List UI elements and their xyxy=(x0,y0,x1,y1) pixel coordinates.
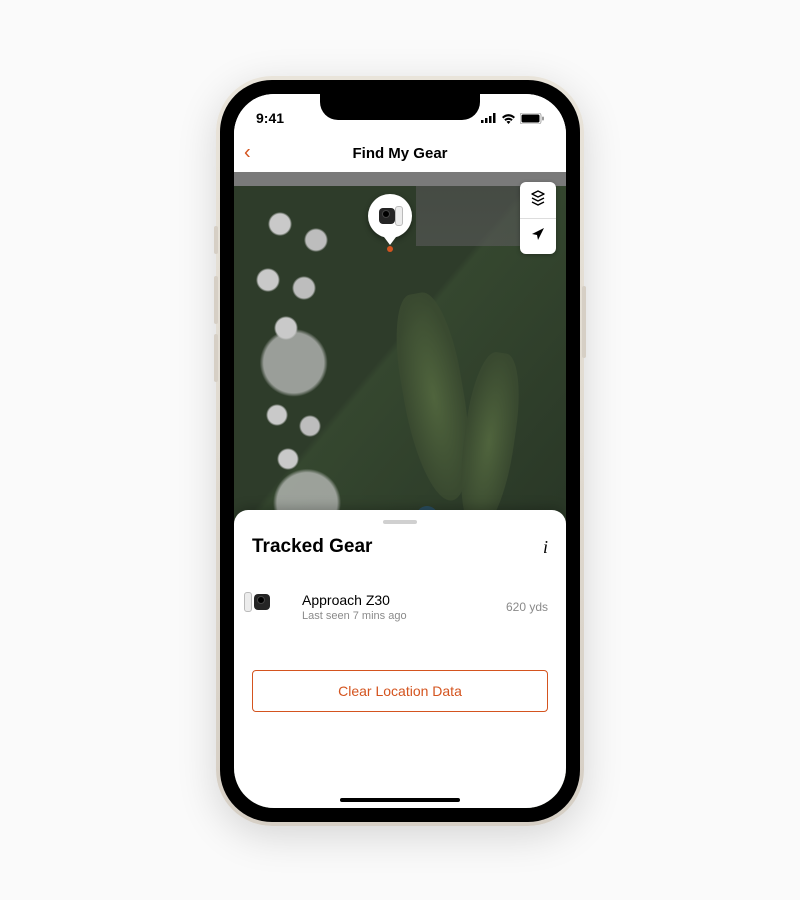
nav-bar: ‹ Find My Gear xyxy=(234,134,566,172)
wifi-icon xyxy=(501,113,516,124)
side-button xyxy=(582,286,586,358)
status-indicators xyxy=(481,113,544,124)
layers-icon xyxy=(530,190,546,211)
device-pin[interactable] xyxy=(368,194,412,252)
notch xyxy=(320,94,480,120)
map-recenter-button[interactable] xyxy=(520,218,556,254)
side-button xyxy=(214,226,218,254)
gear-thumbnail xyxy=(252,592,290,622)
map-view[interactable]: Tracked Gear i Approach Z30 xyxy=(234,172,566,808)
gear-name: Approach Z30 xyxy=(302,592,494,608)
clear-location-button[interactable]: Clear Location Data xyxy=(252,670,548,712)
phone-frame: 9:41 ‹ Find My Gear xyxy=(216,76,584,826)
map-decoration xyxy=(244,382,354,492)
phone-bezel: 9:41 ‹ Find My Gear xyxy=(220,80,580,822)
pin-circle xyxy=(368,194,412,238)
map-controls xyxy=(520,182,556,254)
location-arrow-icon xyxy=(531,227,545,246)
pin-dot xyxy=(387,246,393,252)
sheet-header: Tracked Gear i xyxy=(252,536,548,558)
sheet-title: Tracked Gear xyxy=(252,536,372,558)
side-button xyxy=(214,276,218,324)
cellular-icon xyxy=(481,113,497,123)
gear-last-seen: Last seen 7 mins ago xyxy=(302,610,494,622)
page-title: Find My Gear xyxy=(352,145,447,162)
map-decoration xyxy=(452,349,527,534)
home-indicator[interactable] xyxy=(340,798,460,802)
device-icon xyxy=(377,206,403,226)
sheet-grab-handle[interactable] xyxy=(383,520,417,524)
pin-tail xyxy=(384,237,396,245)
map-layers-button[interactable] xyxy=(520,182,556,218)
status-time: 9:41 xyxy=(256,110,284,126)
gear-distance: 620 yds xyxy=(506,600,548,614)
tracked-gear-sheet: Tracked Gear i Approach Z30 xyxy=(234,510,566,808)
gear-text: Approach Z30 Last seen 7 mins ago xyxy=(302,592,494,622)
screen: 9:41 ‹ Find My Gear xyxy=(234,94,566,808)
battery-icon xyxy=(520,113,544,124)
info-button[interactable]: i xyxy=(543,537,548,558)
map-decoration xyxy=(244,192,364,352)
side-button xyxy=(214,334,218,382)
info-icon: i xyxy=(543,537,548,557)
gear-item[interactable]: Approach Z30 Last seen 7 mins ago 620 yd… xyxy=(252,592,548,622)
back-button[interactable]: ‹ xyxy=(244,142,251,165)
